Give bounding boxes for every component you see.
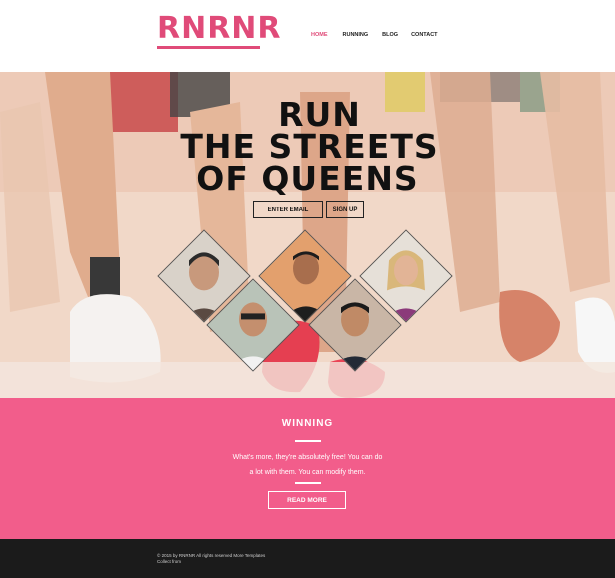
site-footer: © 2015 by RNRNR All rights reserved More… [0, 539, 615, 578]
read-more-button[interactable]: READ MORE [268, 491, 346, 509]
email-input[interactable] [253, 201, 323, 218]
section-title: WINNING [281, 418, 334, 429]
footer-copyright: © 2015 by RNRNR All rights reserved More… [157, 553, 297, 565]
signup-button[interactable]: SIGN UP [326, 201, 364, 218]
section-text-line-1: What's more, they're absolutely free! Yo… [232, 454, 383, 461]
footer-link[interactable]: Collect from [157, 559, 181, 564]
nav-home[interactable]: HOME [311, 32, 328, 38]
logo-underline [157, 46, 260, 49]
site-header: RNRNR HOME RUNNING BLOG CONTACT [0, 0, 615, 72]
nav-blog[interactable]: BLOG [382, 32, 398, 38]
text-divider [295, 482, 321, 484]
section-text: What's more, they're absolutely free! Yo… [205, 450, 410, 480]
nav-contact[interactable]: CONTACT [411, 32, 437, 38]
winning-section: WINNING What's more, they're absolutely … [0, 398, 615, 539]
title-divider [295, 440, 321, 442]
hero-section: RUN THE STREETS OF QUEENS SIGN UP [0, 72, 615, 398]
main-nav: HOME RUNNING BLOG CONTACT [311, 32, 438, 38]
hero-title-line-3: OF QUEENS [196, 159, 419, 198]
nav-running[interactable]: RUNNING [343, 32, 369, 38]
signup-form: SIGN UP [253, 201, 364, 218]
site-logo[interactable]: RNRNR [157, 14, 282, 44]
section-text-line-2: a lot with them. You can modify them. [249, 469, 366, 476]
